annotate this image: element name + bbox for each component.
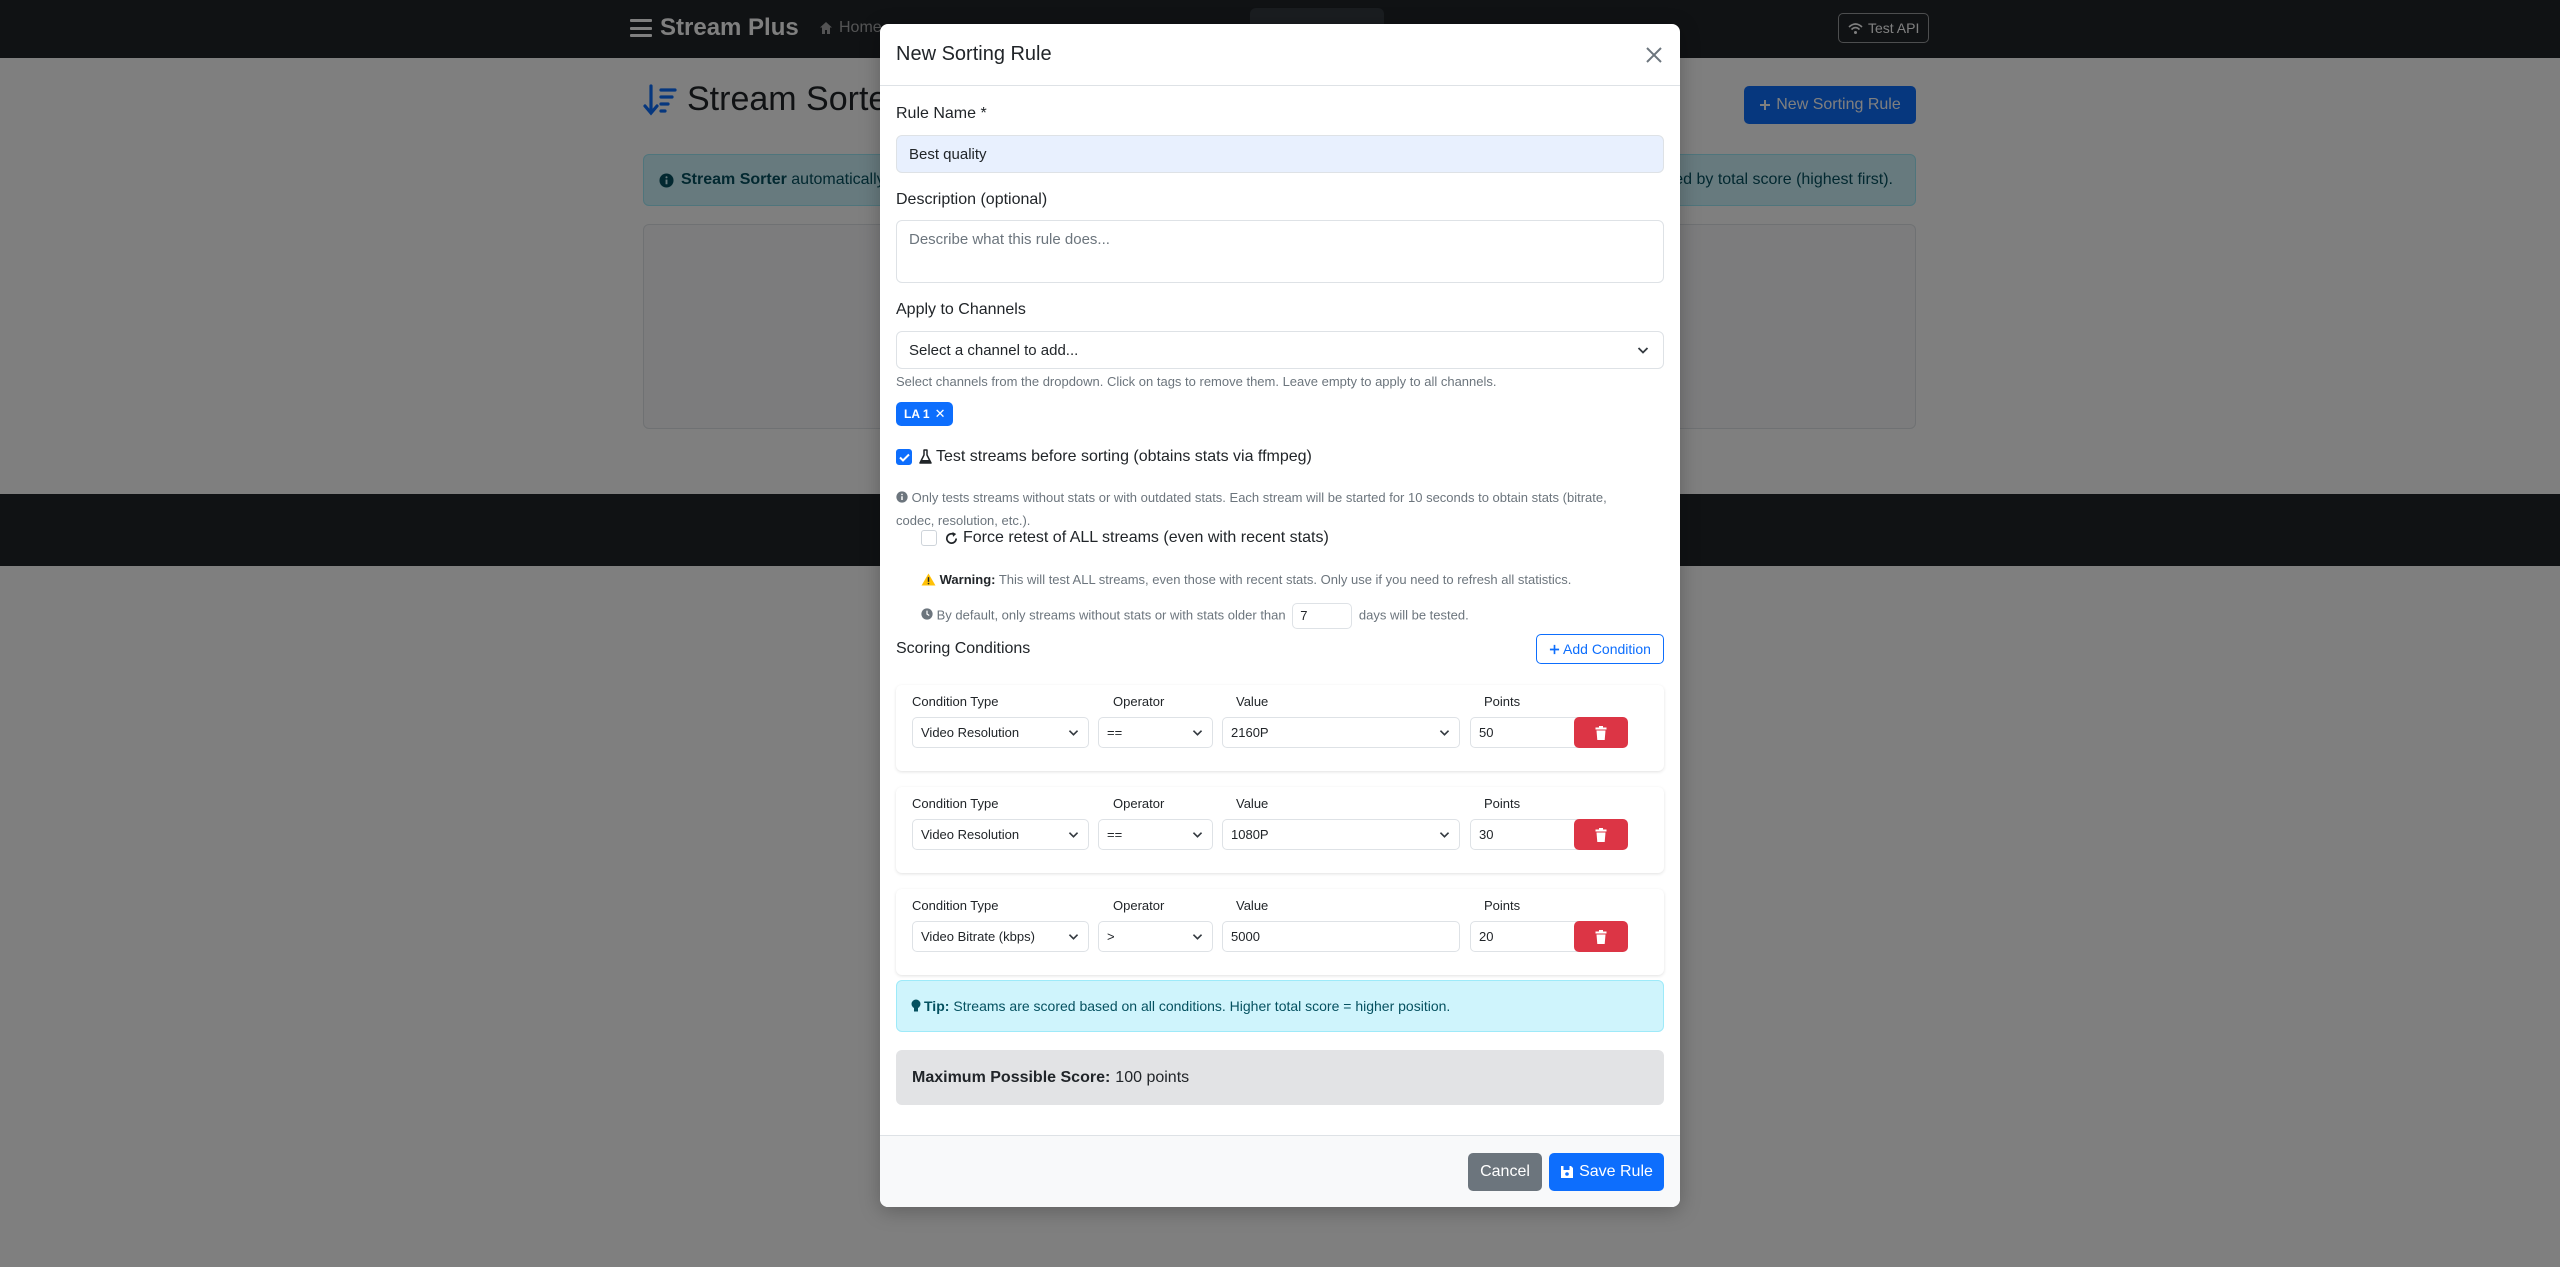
condition-row: Condition Type Operator Value Points Vid… [896, 787, 1664, 873]
operator-label: Operator [1113, 796, 1165, 811]
add-condition-button[interactable]: Add Condition [1536, 634, 1664, 664]
condition-row: Condition Type Operator Value Points Vid… [896, 889, 1664, 975]
chevron-down-icon [1192, 730, 1203, 736]
cancel-button[interactable]: Cancel [1468, 1153, 1542, 1191]
points-input[interactable]: 50 [1470, 717, 1586, 748]
operator-label: Operator [1113, 694, 1165, 709]
modal-title: New Sorting Rule [896, 43, 1052, 65]
chevron-down-icon [1192, 934, 1203, 940]
condition-type-select[interactable]: Video Resolution [912, 819, 1089, 850]
chevron-down-icon [1439, 730, 1450, 736]
remove-tag-icon[interactable]: ✕ [935, 406, 946, 422]
chevron-down-icon [1439, 832, 1450, 838]
rule-name-input[interactable]: Best quality [896, 135, 1664, 173]
save-icon [1561, 1166, 1574, 1178]
chevron-down-icon [1637, 347, 1649, 354]
new-sorting-rule-modal: New Sorting Rule Rule Name * Best qualit… [880, 24, 1680, 1207]
condition-type-label: Condition Type [912, 796, 999, 811]
force-retest-option[interactable]: Force retest of ALL streams (even with r… [921, 529, 1329, 547]
warning-icon [921, 573, 936, 586]
force-retest-checkbox[interactable] [921, 530, 937, 546]
refresh-icon [946, 531, 958, 544]
delete-condition-button[interactable] [1574, 717, 1628, 748]
value-label: Value [1236, 898, 1269, 913]
points-label: Points [1484, 796, 1521, 811]
modal-header: New Sorting Rule [880, 24, 1680, 86]
chevron-down-icon [1068, 934, 1079, 940]
test-streams-checkbox[interactable] [896, 449, 912, 465]
condition-type-select[interactable]: Video Bitrate (kbps) [912, 921, 1089, 952]
channels-help-text: Select channels from the dropdown. Click… [896, 374, 1497, 389]
retest-default-note: By default, only streams without stats o… [921, 603, 1469, 629]
channels-label: Apply to Channels [896, 301, 1026, 318]
value-select[interactable]: 2160P [1222, 717, 1460, 748]
channel-select[interactable]: Select a channel to add... [896, 331, 1664, 369]
chevron-down-icon [1192, 832, 1203, 838]
points-input[interactable]: 30 [1470, 819, 1586, 850]
condition-row: Condition Type Operator Value Points Vid… [896, 685, 1664, 771]
trash-icon [1595, 827, 1607, 842]
close-icon[interactable] [1642, 43, 1666, 67]
test-streams-option[interactable]: Test streams before sorting (obtains sta… [896, 448, 1312, 466]
lightbulb-icon [911, 999, 921, 1012]
tip-alert: Tip: Streams are scored based on all con… [896, 980, 1664, 1032]
operator-select[interactable]: == [1098, 717, 1213, 748]
scoring-conditions-label: Scoring Conditions [896, 640, 1031, 657]
value-input[interactable]: 5000 [1222, 921, 1460, 952]
value-label: Value [1236, 694, 1269, 709]
flask-icon [919, 449, 932, 464]
value-select[interactable]: 1080P [1222, 819, 1460, 850]
points-input[interactable]: 20 [1470, 921, 1586, 952]
clock-icon [921, 608, 933, 621]
retest-days-input[interactable]: 7 [1292, 603, 1353, 629]
delete-condition-button[interactable] [1574, 921, 1628, 952]
trash-icon [1595, 929, 1607, 944]
max-score-panel: Maximum Possible Score: 100 points [896, 1050, 1664, 1105]
save-rule-button[interactable]: Save Rule [1549, 1153, 1664, 1191]
condition-type-select[interactable]: Video Resolution [912, 717, 1089, 748]
plus-icon [1549, 644, 1560, 654]
check-icon [898, 453, 910, 462]
points-label: Points [1484, 694, 1521, 709]
force-retest-warning: Warning: This will test ALL streams, eve… [921, 568, 1571, 591]
rule-name-label: Rule Name * [896, 105, 987, 122]
points-label: Points [1484, 898, 1521, 913]
operator-select[interactable]: == [1098, 819, 1213, 850]
delete-condition-button[interactable] [1574, 819, 1628, 850]
condition-type-label: Condition Type [912, 898, 999, 913]
channel-tag[interactable]: LA 1 ✕ [896, 402, 954, 426]
chevron-down-icon [1068, 832, 1079, 838]
condition-type-label: Condition Type [912, 694, 999, 709]
description-textarea[interactable]: Describe what this rule does... [896, 220, 1664, 283]
operator-label: Operator [1113, 898, 1165, 913]
test-streams-note: Only tests streams without stats or with… [896, 490, 1607, 528]
description-label: Description (optional) [896, 191, 1048, 208]
trash-icon [1595, 725, 1607, 740]
operator-select[interactable]: > [1098, 921, 1213, 952]
modal-footer: Cancel Save Rule [880, 1135, 1680, 1207]
chevron-down-icon [1068, 730, 1079, 736]
info-icon [896, 491, 908, 503]
value-label: Value [1236, 796, 1269, 811]
